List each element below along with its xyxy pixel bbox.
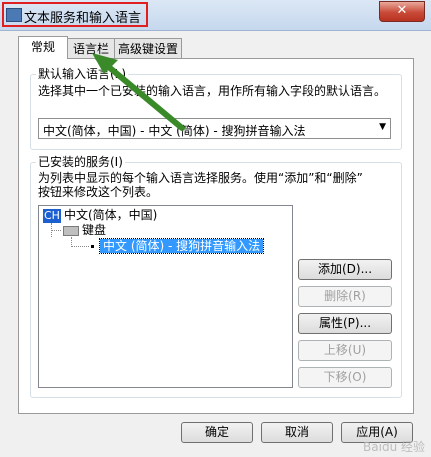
- add-button[interactable]: 添加(D)...: [298, 259, 392, 280]
- tab-general[interactable]: 常规: [18, 36, 68, 59]
- chevron-down-icon: ▼: [379, 122, 386, 132]
- keyboard-icon: [63, 225, 79, 236]
- installed-services-label: 已安装的服务(I): [36, 155, 125, 169]
- installed-services-description-1: 为列表中显示的每个输入语言选择服务。使用“添加”和“删除”: [38, 171, 363, 185]
- default-language-select[interactable]: 中文(简体，中国) - 中文 (简体) - 搜狗拼音输入法 ▼: [38, 118, 391, 139]
- tree-item-keyboard-label: 键盘: [82, 223, 107, 237]
- default-language-select-value: 中文(简体，中国) - 中文 (简体) - 搜狗拼音输入法: [43, 124, 306, 138]
- bullet-icon: [91, 245, 94, 248]
- tab-advanced-key-settings[interactable]: 高级键设置: [114, 38, 182, 58]
- close-button[interactable]: ✕: [379, 1, 425, 22]
- tree-connector: [71, 246, 89, 247]
- default-language-label: 默认输入语言(L): [36, 67, 129, 81]
- ok-button[interactable]: 确定: [181, 422, 253, 443]
- tree-item-service-label: 中文 (简体) - 搜狗拼音输入法: [98, 238, 265, 254]
- move-up-button[interactable]: 上移(U): [298, 340, 392, 361]
- move-down-button[interactable]: 下移(O): [298, 367, 392, 388]
- installed-services-description-2: 按钮来修改这个列表。: [38, 185, 159, 199]
- tree-item-language-label: 中文(简体，中国): [63, 208, 158, 222]
- tab-language-bar[interactable]: 语言栏: [67, 38, 115, 58]
- properties-button[interactable]: 属性(P)...: [298, 313, 392, 334]
- remove-button[interactable]: 删除(R): [298, 286, 392, 307]
- tree-item-service[interactable]: 中文 (简体) - 搜狗拼音输入法: [91, 238, 265, 254]
- language-code-badge: CH: [43, 209, 61, 223]
- title-highlight-box: [2, 2, 148, 27]
- tree-item-language[interactable]: CH 中文(简体，中国): [43, 208, 157, 223]
- tree-connector: [51, 230, 61, 231]
- tree-item-keyboard[interactable]: 键盘: [63, 223, 106, 238]
- default-language-description: 选择其中一个已安装的输入语言，用作所有输入字段的默认语言。: [38, 84, 387, 98]
- installed-services-tree[interactable]: CH 中文(简体，中国) 键盘 中文 (简体) - 搜狗拼音输入法: [38, 205, 293, 388]
- cancel-button[interactable]: 取消: [261, 422, 333, 443]
- watermark: Baidu 经验: [363, 440, 425, 454]
